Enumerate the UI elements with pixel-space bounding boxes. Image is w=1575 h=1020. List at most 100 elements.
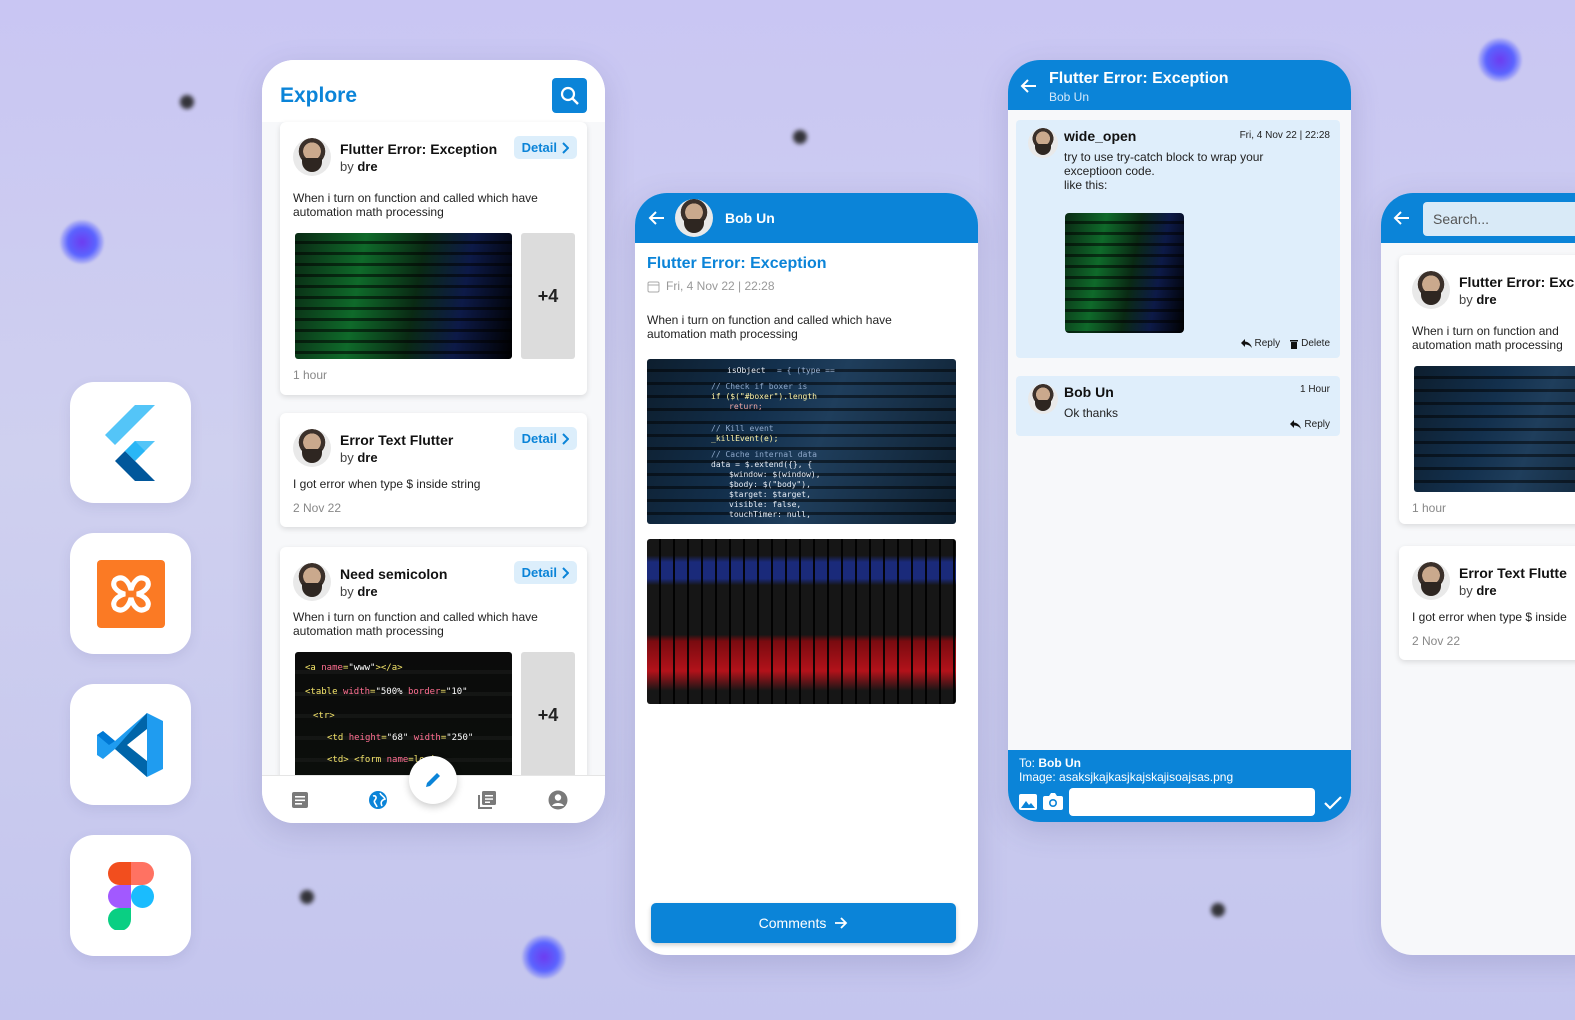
avatar bbox=[675, 199, 713, 237]
post-image[interactable] bbox=[647, 539, 956, 704]
svg-text:_killEvent(e);: _killEvent(e); bbox=[711, 434, 778, 443]
svg-text:if ($("#boxer").length: if ($("#boxer").length bbox=[711, 392, 817, 401]
xampp-icon bbox=[96, 559, 165, 628]
account-icon bbox=[548, 790, 568, 810]
nav-library[interactable] bbox=[477, 790, 497, 810]
search-app-bar: Search... bbox=[1381, 193, 1575, 243]
reply-icon bbox=[1240, 339, 1252, 348]
reply-button[interactable]: Reply bbox=[1240, 338, 1280, 349]
post-card[interactable]: Error Text Flutte by dre I got error whe… bbox=[1399, 546, 1575, 660]
comment-text: like this: bbox=[1064, 178, 1108, 192]
xampp-logo-tile bbox=[70, 533, 191, 654]
image-label: Image: bbox=[1019, 770, 1056, 784]
page-title: Explore bbox=[280, 84, 358, 107]
detail-button[interactable]: Detail bbox=[513, 427, 577, 450]
comment-text: try to use try-catch block to wrap your bbox=[1064, 150, 1264, 164]
comment-actions: Reply Delete bbox=[1240, 338, 1330, 349]
by-label: by bbox=[1459, 582, 1473, 598]
svg-text:isObject: isObject bbox=[727, 366, 766, 375]
svg-text:$window: $(window),: $window: $(window), bbox=[729, 470, 821, 479]
svg-text:$target: $target,: $target: $target, bbox=[729, 490, 811, 499]
bg-dot bbox=[1211, 903, 1225, 917]
article-icon bbox=[292, 792, 308, 808]
reply-composer: To: Bob Un Image: asaksjkajkasjkajskajis… bbox=[1008, 750, 1351, 822]
post-card[interactable]: Need semicolon by dre Detail When i turn… bbox=[280, 547, 587, 787]
post-image[interactable]: isObject = { (type == // Check if boxer i… bbox=[647, 359, 956, 524]
post-time: 2 Nov 22 bbox=[293, 501, 342, 515]
comments-screen: Flutter Error: Exception Bob Un wide_ope… bbox=[1008, 60, 1351, 822]
camera-icon[interactable] bbox=[1043, 793, 1063, 810]
send-check-icon[interactable] bbox=[1324, 796, 1342, 810]
svg-text:// Cache internal data: // Cache internal data bbox=[711, 450, 817, 459]
post-card[interactable]: Flutter Error: Exc by dre When i turn on… bbox=[1399, 255, 1575, 524]
nav-feed[interactable] bbox=[290, 790, 310, 810]
reply-input[interactable] bbox=[1069, 788, 1315, 816]
post-author: dre bbox=[357, 583, 378, 599]
search-button[interactable] bbox=[552, 78, 587, 113]
flutter-icon bbox=[104, 404, 155, 481]
post-title: Flutter Error: Exception bbox=[340, 140, 498, 157]
comment-image[interactable] bbox=[1065, 213, 1184, 333]
bg-dot bbox=[793, 130, 807, 144]
comment-text: Ok thanks bbox=[1064, 406, 1119, 420]
svg-text:<tr>: <tr> bbox=[313, 711, 335, 721]
post-card[interactable]: Error Text Flutter by dre Detail I got e… bbox=[280, 413, 587, 527]
post-card[interactable]: Flutter Error: Exception by dre Detail W… bbox=[280, 122, 587, 395]
detail-button[interactable]: Detail bbox=[513, 561, 577, 584]
library-icon bbox=[478, 791, 496, 809]
comment-author: Bob Un bbox=[1064, 384, 1114, 400]
post-description: When i turn on function and bbox=[1412, 324, 1559, 338]
compose-fab-button[interactable] bbox=[409, 756, 457, 804]
reply-button[interactable]: Reply bbox=[1290, 419, 1330, 430]
svg-text:<td height="68" width="250": <td height="68" width="250" bbox=[327, 733, 473, 743]
back-arrow-icon[interactable] bbox=[647, 208, 667, 228]
flutter-logo-tile bbox=[70, 382, 191, 503]
post-title: Flutter Error: Exception bbox=[647, 255, 827, 272]
arrow-right-icon bbox=[835, 917, 848, 929]
avatar bbox=[1412, 562, 1450, 600]
search-icon bbox=[560, 86, 579, 105]
svg-text:<a name="www"></a>: <a name="www"></a> bbox=[305, 663, 403, 673]
comment-text: exceptioon code. bbox=[1064, 164, 1155, 178]
post-author: dre bbox=[357, 158, 378, 174]
comments-button[interactable]: Comments bbox=[651, 903, 956, 943]
detail-label: Detail bbox=[521, 565, 557, 580]
by-label: by bbox=[340, 449, 354, 465]
vscode-icon bbox=[96, 712, 163, 777]
back-arrow-icon[interactable] bbox=[1392, 208, 1412, 228]
search-input[interactable]: Search... bbox=[1423, 202, 1575, 236]
post-author: dre bbox=[357, 449, 378, 465]
post-description: I got error when type $ inside string bbox=[293, 477, 481, 491]
more-images-button[interactable]: +4 bbox=[521, 233, 575, 359]
comment-author: wide_open bbox=[1064, 128, 1137, 144]
comment-item: Bob Un 1 Hour Ok thanks Reply bbox=[1016, 376, 1340, 436]
detail-label: Detail bbox=[521, 431, 557, 446]
reply-label: Reply bbox=[1304, 419, 1330, 430]
post-time: 1 hour bbox=[293, 368, 328, 382]
post-image[interactable]: <a name="www"></a> <table width="500% bo… bbox=[295, 652, 512, 778]
post-description: automation math processing bbox=[1412, 338, 1563, 352]
detail-button[interactable]: Detail bbox=[513, 136, 577, 159]
avatar bbox=[1412, 271, 1450, 309]
trash-icon bbox=[1290, 339, 1299, 349]
reply-icon bbox=[1290, 420, 1302, 429]
post-title: Error Text Flutter bbox=[340, 431, 454, 448]
nav-explore[interactable] bbox=[368, 790, 388, 810]
comments-label: Comments bbox=[758, 915, 827, 931]
svg-text:// Kill event: // Kill event bbox=[711, 424, 774, 433]
globe-icon bbox=[369, 791, 387, 809]
more-images-button[interactable]: +4 bbox=[521, 652, 575, 778]
nav-profile[interactable] bbox=[548, 790, 568, 810]
search-screen: Search... Flutter Error: Exc by dre When… bbox=[1381, 193, 1575, 955]
figma-icon bbox=[107, 861, 154, 930]
post-image[interactable] bbox=[1414, 366, 1575, 492]
post-header: Error Text Flutte by dre bbox=[1412, 562, 1567, 600]
back-arrow-icon[interactable] bbox=[1019, 76, 1039, 96]
to-label: To: bbox=[1019, 756, 1036, 770]
author-name: Bob Un bbox=[725, 210, 775, 226]
post-description: When i turn on function and called which… bbox=[293, 191, 538, 219]
explore-header: Explore bbox=[262, 60, 605, 122]
delete-button[interactable]: Delete bbox=[1290, 338, 1330, 349]
image-picker-icon[interactable] bbox=[1019, 794, 1037, 810]
post-image[interactable] bbox=[295, 233, 512, 359]
